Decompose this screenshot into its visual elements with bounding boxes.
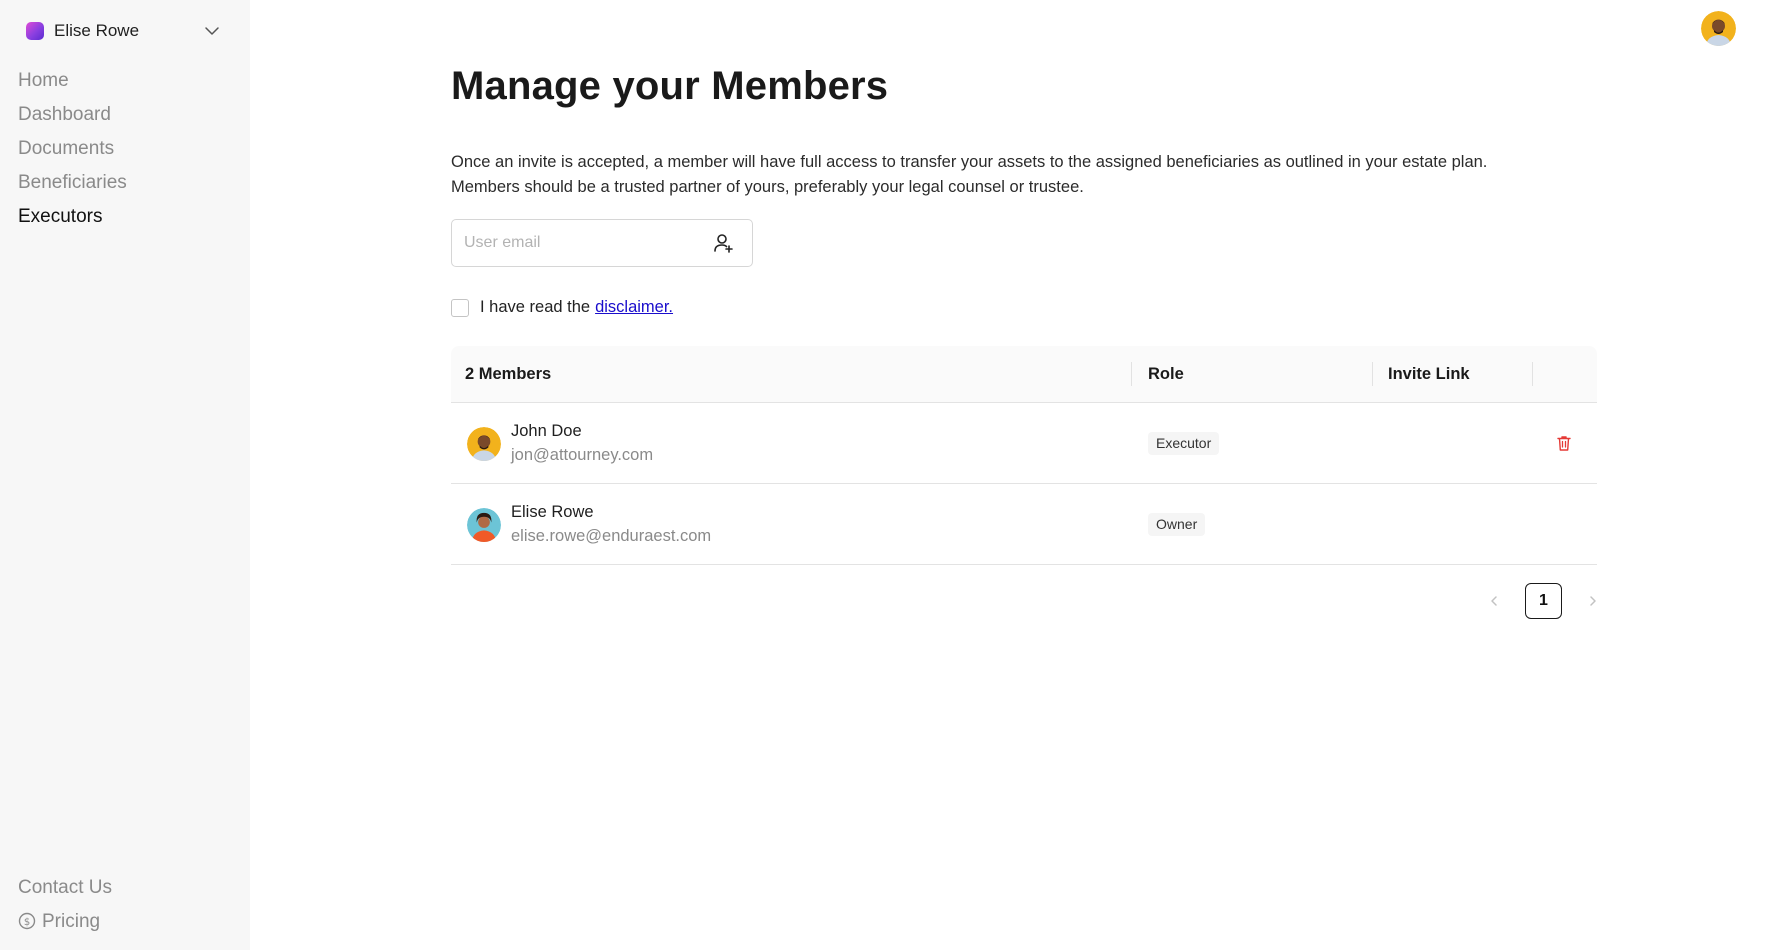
disclaimer-checkbox[interactable] bbox=[451, 298, 469, 317]
table-row: Elise Rowe elise.rowe@enduraest.com Owne… bbox=[451, 484, 1597, 565]
pagination-next-button[interactable] bbox=[1578, 583, 1608, 619]
role-header: Role bbox=[1148, 365, 1184, 383]
chevron-down-icon bbox=[205, 27, 219, 35]
woman-avatar-icon bbox=[467, 508, 501, 542]
member-email: jon@attourney.com bbox=[511, 446, 654, 464]
contact-us-label: Contact Us bbox=[18, 876, 112, 898]
member-email: elise.rowe@enduraest.com bbox=[511, 527, 712, 545]
description-line-1: Once an invite is accepted, a member wil… bbox=[451, 153, 1488, 171]
pricing-label: Pricing bbox=[42, 910, 101, 932]
page-description: Once an invite is accepted, a member wil… bbox=[451, 150, 1597, 200]
avatar bbox=[467, 508, 501, 542]
page-title: Manage your Members bbox=[451, 64, 889, 108]
members-count-header: 2 Members bbox=[465, 365, 552, 383]
sidebar-item-executors[interactable]: Executors bbox=[18, 204, 127, 238]
sidebar-bottom-nav: Contact Us $ Pricing bbox=[18, 870, 112, 938]
column-divider bbox=[1131, 362, 1132, 386]
sidebar-item-home[interactable]: Home bbox=[18, 68, 127, 102]
members-table: 2 Members Role Invite Link John Doe jon@… bbox=[451, 346, 1597, 565]
trash-icon[interactable] bbox=[1555, 434, 1573, 452]
avatar bbox=[467, 427, 501, 461]
table-header: 2 Members Role Invite Link bbox=[451, 346, 1597, 403]
disclaimer-link[interactable]: disclaimer. bbox=[595, 298, 673, 317]
column-divider bbox=[1372, 362, 1373, 386]
svg-text:$: $ bbox=[24, 917, 30, 928]
member-name: Elise Rowe bbox=[511, 503, 594, 521]
sidebar-item-pricing[interactable]: $ Pricing bbox=[18, 904, 112, 938]
column-divider bbox=[1532, 362, 1533, 386]
sidebar: Elise Rowe Home Dashboard Documents Bene… bbox=[0, 0, 250, 950]
invite-email-field bbox=[451, 219, 753, 267]
sidebar-nav: Home Dashboard Documents Beneficiaries E… bbox=[18, 68, 127, 238]
app-root: Elise Rowe Home Dashboard Documents Bene… bbox=[0, 0, 1781, 950]
sidebar-item-documents[interactable]: Documents bbox=[18, 136, 127, 170]
chevron-left-icon bbox=[1491, 596, 1497, 606]
description-line-2: Members should be a trusted partner of y… bbox=[451, 178, 1084, 196]
man-avatar-icon bbox=[1701, 11, 1736, 46]
role-badge: Owner bbox=[1148, 513, 1206, 536]
role-badge: Executor bbox=[1148, 432, 1220, 455]
sidebar-item-contact-us[interactable]: Contact Us bbox=[18, 870, 112, 904]
man-avatar-icon bbox=[467, 427, 501, 461]
sidebar-item-dashboard[interactable]: Dashboard bbox=[18, 102, 127, 136]
workspace-name: Elise Rowe bbox=[54, 21, 140, 40]
pagination: 1 bbox=[1479, 583, 1608, 619]
user-avatar[interactable] bbox=[1701, 11, 1736, 46]
invite-link-header: Invite Link bbox=[1388, 365, 1470, 383]
user-email-input[interactable] bbox=[464, 234, 712, 252]
dollar-circle-icon: $ bbox=[18, 912, 36, 930]
sidebar-item-beneficiaries[interactable]: Beneficiaries bbox=[18, 170, 127, 204]
disclaimer-row: I have read the disclaimer. bbox=[451, 298, 673, 317]
member-name: John Doe bbox=[511, 422, 582, 440]
pagination-prev-button[interactable] bbox=[1479, 583, 1509, 619]
disclaimer-text: I have read the bbox=[480, 298, 591, 316]
chevron-right-icon bbox=[1590, 596, 1596, 606]
workspace-switcher[interactable]: Elise Rowe bbox=[26, 18, 224, 44]
pagination-page-button[interactable]: 1 bbox=[1525, 583, 1562, 619]
user-add-icon[interactable] bbox=[712, 232, 734, 254]
table-row: John Doe jon@attourney.com Executor bbox=[451, 403, 1597, 484]
workspace-logo-icon bbox=[26, 22, 44, 40]
